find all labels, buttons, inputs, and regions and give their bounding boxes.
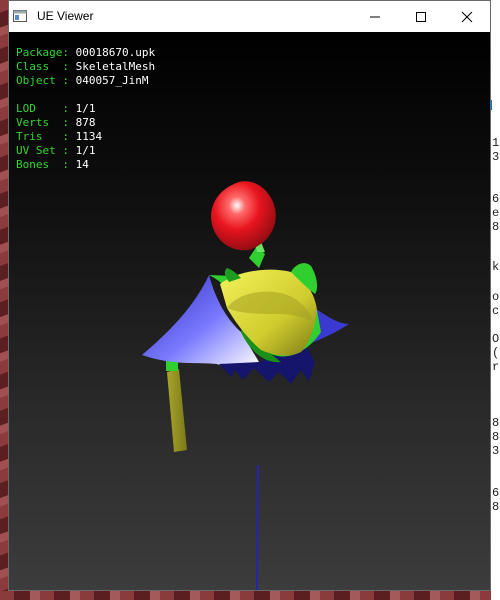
info-label: LOD : <box>16 102 69 115</box>
info-value: 1134 <box>75 130 103 143</box>
mesh-bulb <box>211 181 276 251</box>
info-value: 1/1 <box>75 144 96 157</box>
info-lod-row: LOD : 1/1 <box>16 102 155 116</box>
info-label: UV Set : <box>16 144 69 157</box>
console-char: r <box>492 360 500 374</box>
console-char: o <box>492 290 500 304</box>
info-label: Tris : <box>16 130 69 143</box>
close-button[interactable] <box>444 1 490 32</box>
desktop-background-bottom <box>0 591 500 600</box>
app-window-icon <box>13 10 27 22</box>
mesh-pole <box>167 369 187 452</box>
console-char: 6 <box>492 192 500 206</box>
info-label: Class : <box>16 60 69 73</box>
console-char: 1 <box>492 136 500 150</box>
console-char: k <box>492 260 500 274</box>
mesh-info-panel: Package: 00018670.upk Class : SkeletalMe… <box>16 46 155 172</box>
info-value: 00018670.upk <box>75 46 156 59</box>
3d-viewport[interactable]: Package: 00018670.upk Class : SkeletalMe… <box>9 32 490 590</box>
console-char: 3 <box>492 150 500 164</box>
console-char: 8 <box>492 500 500 514</box>
minimize-icon <box>370 16 380 17</box>
console-char: 8 <box>492 220 500 234</box>
console-char: c <box>492 304 500 318</box>
close-icon <box>461 11 473 22</box>
maximize-button[interactable] <box>398 1 444 32</box>
console-focus-edge <box>491 100 492 110</box>
console-char: O <box>492 332 500 346</box>
info-value: 1/1 <box>75 102 96 115</box>
info-tris-row: Tris : 1134 <box>16 130 155 144</box>
info-value: 14 <box>75 158 89 171</box>
maximize-icon <box>416 11 426 22</box>
desktop-background <box>0 0 8 600</box>
minimize-button[interactable] <box>352 1 398 32</box>
info-label: Object : <box>16 74 69 87</box>
info-label: Bones : <box>16 158 69 171</box>
info-value: SkeletalMesh <box>75 60 156 73</box>
console-char: 6 <box>492 486 500 500</box>
console-char: e <box>492 206 500 220</box>
title-bar[interactable]: UE Viewer <box>9 1 490 32</box>
info-label: Package: <box>16 46 69 59</box>
info-value: 040057_JinM <box>75 74 149 87</box>
info-value: 878 <box>75 116 96 129</box>
info-uvset-row: UV Set : 1/1 <box>16 144 155 158</box>
info-package-row: Package: 00018670.upk <box>16 46 155 60</box>
bone-line <box>256 464 259 590</box>
info-class-row: Class : SkeletalMesh <box>16 60 155 74</box>
console-window-text: 1 3 6 e 8 k o c O ( r 8 8 3 6 8 <box>491 100 500 550</box>
console-char: ( <box>492 346 500 360</box>
window-title: UE Viewer <box>37 9 94 23</box>
info-bones-row: Bones : 14 <box>16 158 155 172</box>
ue-viewer-window: UE Viewer Package: 00018670.upk Class: … <box>8 0 491 591</box>
console-char: 3 <box>492 444 500 458</box>
info-verts-row: Verts : 878 <box>16 116 155 130</box>
info-label: Verts : <box>16 116 69 129</box>
console-char: 8 <box>492 430 500 444</box>
info-object-row: Object : 040057_JinM <box>16 74 155 88</box>
console-char: 8 <box>492 416 500 430</box>
